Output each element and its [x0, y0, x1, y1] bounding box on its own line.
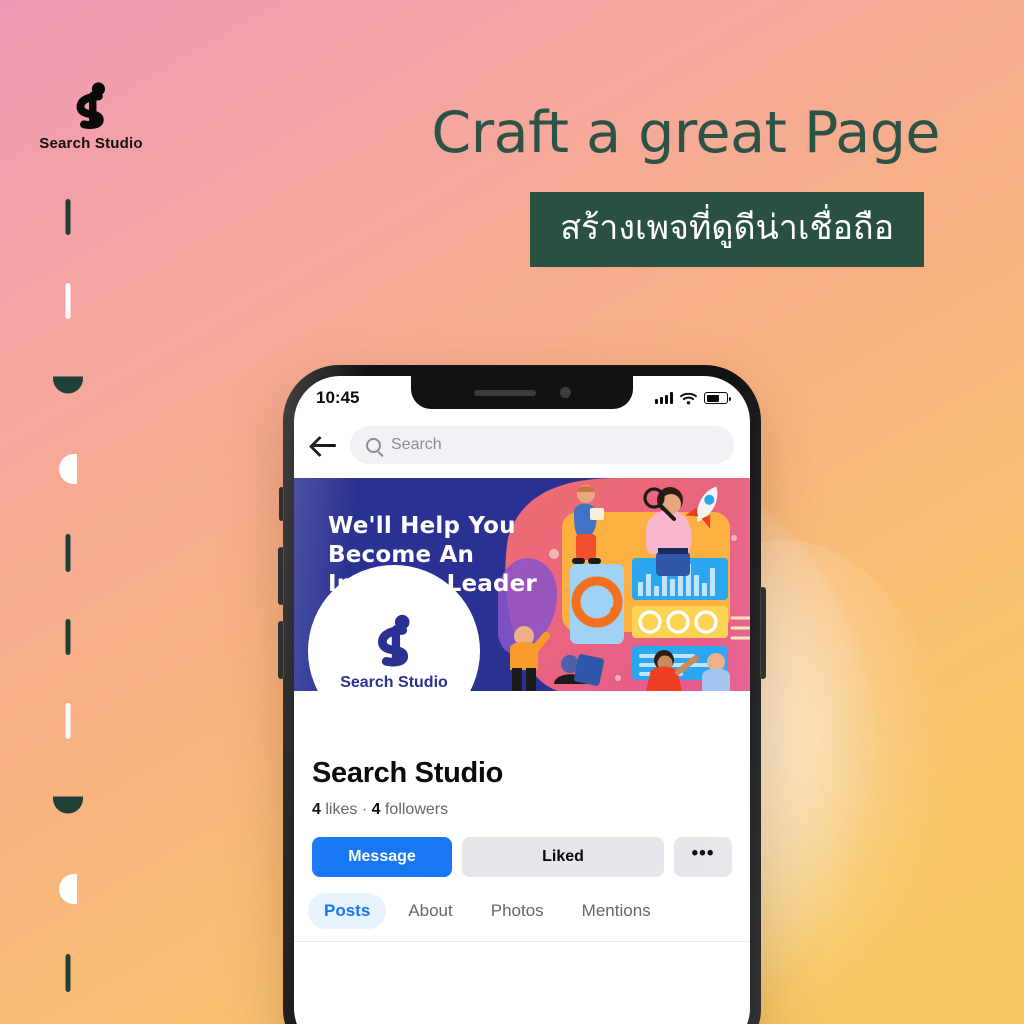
stats-separator: ·: [361, 801, 368, 818]
brand-logo: Search Studio: [26, 78, 156, 152]
decor-mark: [46, 343, 90, 427]
decor-mark: [46, 259, 90, 343]
status-bar: 10:45: [294, 376, 750, 420]
page-tabs: Posts About Photos Mentions: [294, 877, 750, 942]
decor-mark: [46, 763, 90, 847]
cellular-signal-icon: [655, 392, 673, 404]
page-name: Search Studio: [312, 757, 504, 789]
search-input[interactable]: Search: [350, 426, 734, 464]
decor-mark: [46, 595, 90, 679]
subheadline-badge: สร้างเพจที่ดูดีน่าเชื่อถือ: [530, 192, 924, 268]
phone-volume-down[interactable]: [278, 621, 284, 679]
cover-line-1: We'll Help You: [328, 513, 516, 539]
more-options-button[interactable]: •••: [674, 837, 732, 877]
liked-button[interactable]: Liked: [462, 837, 664, 877]
decor-mark: [46, 175, 90, 259]
page-stats: 4 likes · 4 followers: [312, 801, 730, 819]
page-title: Craft a great Page: [431, 100, 940, 166]
search-nav-row: Search: [294, 420, 750, 478]
search-icon: [366, 437, 381, 453]
phone-power-button[interactable]: [760, 587, 766, 679]
page-info: Search Studio 4 likes · 4 followers: [294, 691, 750, 819]
phone-mute-switch[interactable]: [279, 487, 284, 521]
likes-count: 4: [312, 801, 321, 818]
search-placeholder: Search: [391, 436, 442, 453]
message-button[interactable]: Message: [312, 837, 452, 877]
search-studio-s-icon: [363, 610, 425, 672]
brand-name: Search Studio: [39, 135, 143, 152]
followers-label: followers: [384, 801, 449, 818]
page-cover-photo[interactable]: We'll Help You Become An Industry Leader: [294, 478, 750, 691]
decor-mark: [46, 931, 90, 1015]
status-time: 10:45: [316, 388, 360, 407]
subheadline-text: สร้างเพจที่ดูดีน่าเชื่อถือ: [560, 208, 894, 248]
phone-screen: 10:45 Search We'll Help You Become An Le…: [294, 376, 750, 1024]
cover-line-2: Become An: [328, 541, 475, 568]
battery-icon: [704, 392, 731, 404]
avatar-brand-name: Search Studio: [340, 674, 448, 691]
decor-mark: [46, 847, 90, 931]
search-studio-s-icon: [63, 78, 119, 134]
wifi-icon: [680, 392, 697, 404]
tab-posts[interactable]: Posts: [308, 893, 387, 929]
tab-mentions[interactable]: Mentions: [566, 893, 667, 929]
feed-preview: [294, 942, 750, 970]
likes-label: likes: [325, 801, 358, 818]
tab-about[interactable]: About: [392, 893, 468, 929]
back-arrow-icon[interactable]: [312, 435, 336, 455]
decor-mark: [46, 679, 90, 763]
phone-mockup: 10:45 Search We'll Help You Become An Le…: [278, 365, 766, 1024]
decor-mark: [46, 511, 90, 595]
followers-count: 4: [371, 801, 381, 818]
tab-photos[interactable]: Photos: [475, 893, 560, 929]
decorative-rail: [46, 175, 90, 1015]
page-action-bar: Message Liked •••: [294, 819, 750, 877]
phone-volume-up[interactable]: [278, 547, 284, 605]
decor-mark: [46, 427, 90, 511]
